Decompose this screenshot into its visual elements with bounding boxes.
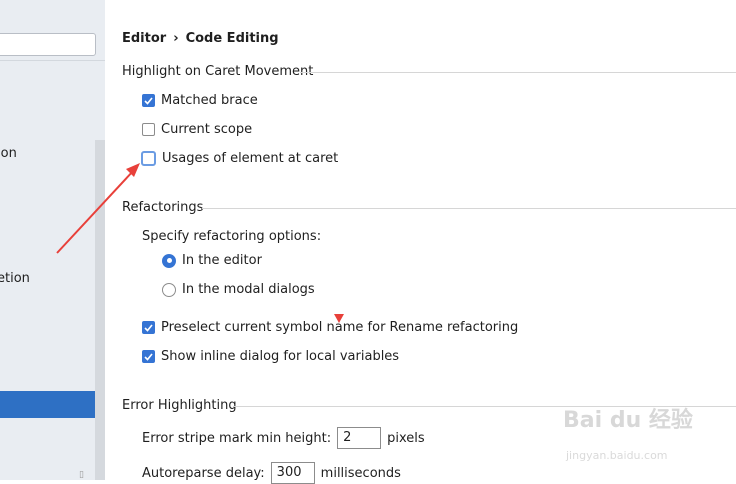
- annotation-arrow-icon: [56, 163, 140, 254]
- watermark-logo: Bai du 经验: [563, 408, 693, 433]
- annotation-marker-icon: [334, 314, 344, 323]
- watermark-url: jingyan.baidu.com: [566, 449, 668, 462]
